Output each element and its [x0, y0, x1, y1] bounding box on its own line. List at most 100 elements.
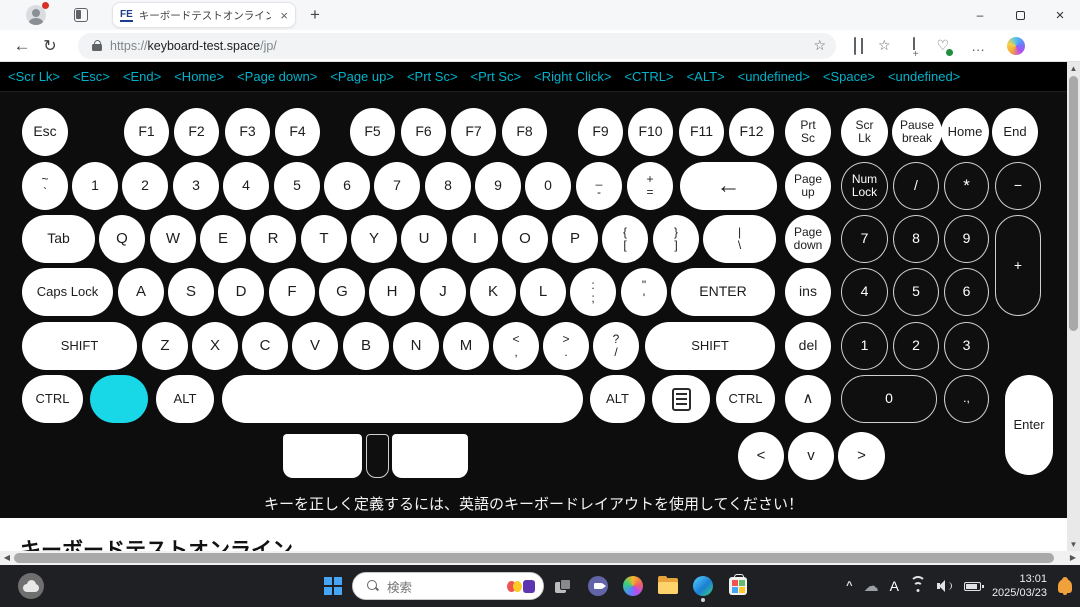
key-f2[interactable]: F2	[174, 108, 219, 156]
key-6[interactable]: 6	[324, 162, 370, 210]
key-v[interactable]: V	[292, 322, 338, 370]
key-z[interactable]: Z	[142, 322, 188, 370]
key-home[interactable]: Home	[941, 108, 989, 156]
scroll-down-icon[interactable]: ▼	[1067, 538, 1080, 551]
key-kana-center[interactable]	[366, 434, 389, 478]
key-c[interactable]: C	[242, 322, 288, 370]
key-arrow-left[interactable]: <	[738, 432, 784, 480]
key-quote[interactable]: "'	[621, 268, 667, 316]
key-r[interactable]: R	[250, 215, 296, 263]
key-l[interactable]: L	[520, 268, 566, 316]
key-x[interactable]: X	[192, 322, 238, 370]
key-np-9[interactable]: 9	[944, 215, 989, 263]
key-q[interactable]: Q	[99, 215, 145, 263]
key-space[interactable]	[222, 375, 583, 423]
key-np-8[interactable]: 8	[893, 215, 939, 263]
key-u[interactable]: U	[401, 215, 447, 263]
key-g[interactable]: G	[319, 268, 365, 316]
store-icon[interactable]	[727, 574, 749, 598]
close-button[interactable]: ×	[1040, 0, 1080, 30]
key-h[interactable]: H	[369, 268, 415, 316]
key-minus[interactable]: _-	[576, 162, 622, 210]
browser-tab[interactable]: FE キーボードテストオンライン - キーボード問 ×	[112, 2, 296, 28]
tab-actions-icon[interactable]	[74, 8, 88, 22]
key-np-0[interactable]: 0	[841, 375, 937, 423]
key-semicolon[interactable]: :;	[570, 268, 616, 316]
key-np-4[interactable]: 4	[841, 268, 888, 316]
vertical-scroll-thumb[interactable]	[1069, 76, 1078, 331]
key-np-enter[interactable]: Enter	[1005, 375, 1053, 475]
key-ctrl-right[interactable]: CTRL	[716, 375, 775, 423]
key-k[interactable]: K	[470, 268, 516, 316]
address-bar[interactable]: https://keyboard-test.space/jp/ ☆	[78, 33, 836, 59]
key-y[interactable]: Y	[351, 215, 397, 263]
key-arrow-up[interactable]: ∧	[785, 375, 831, 423]
key-np-2[interactable]: 2	[893, 322, 939, 370]
bookmark-star-icon[interactable]: ☆	[813, 37, 826, 54]
chat-icon[interactable]	[587, 574, 609, 598]
scroll-left-icon[interactable]: ◀	[0, 551, 14, 565]
key-n[interactable]: N	[393, 322, 439, 370]
new-tab-button[interactable]: +	[310, 5, 320, 25]
scroll-right-icon[interactable]: ▶	[1066, 551, 1080, 565]
key-backspace[interactable]: ←	[680, 162, 777, 210]
key-page-up[interactable]: Pageup	[785, 162, 831, 210]
key-d[interactable]: D	[218, 268, 264, 316]
key-p[interactable]: P	[552, 215, 598, 263]
key-e[interactable]: E	[200, 215, 246, 263]
key-s[interactable]: S	[168, 268, 214, 316]
key-insert[interactable]: ins	[785, 268, 831, 316]
key-f12[interactable]: F12	[729, 108, 774, 156]
key-4[interactable]: 4	[223, 162, 269, 210]
key-bracket-left[interactable]: {[	[602, 215, 648, 263]
key-o[interactable]: O	[502, 215, 548, 263]
key-tab[interactable]: Tab	[22, 215, 95, 263]
key-menu[interactable]	[652, 375, 710, 423]
key-f8[interactable]: F8	[502, 108, 547, 156]
key-5[interactable]: 5	[274, 162, 320, 210]
file-explorer-icon[interactable]	[657, 574, 679, 598]
taskbar-copilot-icon[interactable]	[622, 574, 644, 598]
start-button[interactable]	[324, 577, 342, 595]
key-scr-lk[interactable]: ScrLk	[841, 108, 888, 156]
maximize-button[interactable]	[1000, 0, 1040, 30]
key-bracket-right[interactable]: }]	[653, 215, 699, 263]
horizontal-scrollbar[interactable]: ◀ ▶	[0, 551, 1080, 565]
key-backslash[interactable]: |\	[703, 215, 776, 263]
vertical-scrollbar[interactable]: ▲ ▼	[1067, 62, 1080, 551]
key-m[interactable]: M	[443, 322, 489, 370]
tray-overflow-chevron-icon[interactable]: ^	[846, 580, 852, 592]
key-np-decimal[interactable]: .,	[944, 375, 989, 423]
key-win[interactable]	[90, 375, 148, 423]
onedrive-icon[interactable]: ☁	[864, 577, 879, 595]
key-np-add[interactable]: +	[995, 215, 1041, 316]
minimize-button[interactable]: –	[960, 0, 1000, 30]
key-np-divide[interactable]: /	[893, 162, 939, 210]
key-np-3[interactable]: 3	[944, 322, 989, 370]
key-3[interactable]: 3	[173, 162, 219, 210]
weather-widget-icon[interactable]	[18, 573, 44, 599]
key-slash[interactable]: ?/	[593, 322, 639, 370]
key-b[interactable]: B	[343, 322, 389, 370]
volume-icon[interactable]	[937, 580, 953, 592]
key-equals[interactable]: +=	[627, 162, 673, 210]
key-shift-right[interactable]: SHIFT	[645, 322, 775, 370]
key-arrow-right[interactable]: >	[838, 432, 885, 480]
key-muhenkan[interactable]	[283, 434, 362, 478]
key-period[interactable]: >.	[543, 322, 589, 370]
copilot-icon[interactable]	[1007, 37, 1025, 55]
notification-bell-icon[interactable]	[1058, 579, 1072, 593]
key-8[interactable]: 8	[425, 162, 471, 210]
key-f9[interactable]: F9	[578, 108, 623, 156]
back-button[interactable]: ←	[8, 36, 36, 56]
key-enter[interactable]: ENTER	[671, 268, 775, 316]
key-t[interactable]: T	[301, 215, 347, 263]
key-ctrl-left[interactable]: CTRL	[22, 375, 83, 423]
key-henkan[interactable]	[392, 434, 468, 478]
key-caps-lock[interactable]: Caps Lock	[22, 268, 113, 316]
edge-icon[interactable]	[692, 574, 714, 598]
key-delete[interactable]: del	[785, 322, 831, 370]
key-f11[interactable]: F11	[679, 108, 724, 156]
key-f5[interactable]: F5	[350, 108, 395, 156]
split-screen-icon[interactable]	[854, 38, 856, 54]
